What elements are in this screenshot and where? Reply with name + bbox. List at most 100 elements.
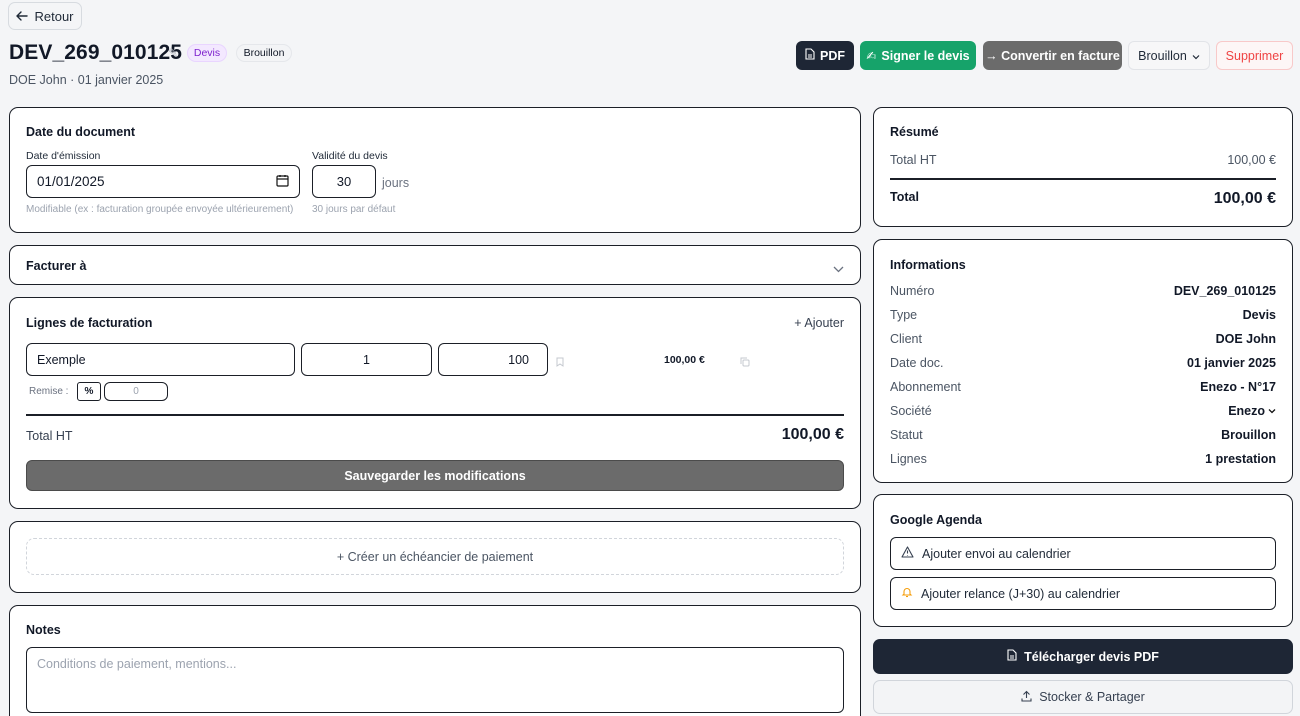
back-label: Retour <box>34 8 74 24</box>
discount-value-input[interactable]: 0 <box>104 382 168 401</box>
discount-type-toggle[interactable]: % <box>77 382 101 401</box>
summary-total-label: Total <box>890 190 919 204</box>
status-dropdown-label: Brouillon <box>1138 48 1187 63</box>
pencil-icon[interactable]: ✎ <box>168 46 178 60</box>
document-date-card: Date du document Date d'émission 01/01/2… <box>9 107 861 233</box>
save-changes-button[interactable]: Sauvegarder les modifications <box>26 460 844 491</box>
convert-invoice-button[interactable]: → Convertir en facture <box>983 41 1122 70</box>
line-description-input[interactable]: Exemple <box>26 343 295 376</box>
info-card: Informations Numéro DEV_269_010125 Type … <box>873 239 1293 483</box>
chevron-down-icon <box>1192 49 1200 63</box>
notes-textarea[interactable]: Conditions de paiement, mentions... <box>26 647 844 713</box>
info-row-company: Société Enezo <box>890 404 1276 418</box>
file-icon <box>1007 649 1017 664</box>
chevron-down-icon[interactable] <box>833 260 844 278</box>
download-pdf-label: Télécharger devis PDF <box>1024 649 1159 664</box>
info-key: Statut <box>890 428 923 442</box>
file-icon <box>805 48 815 63</box>
info-value: DOE John <box>1215 332 1276 346</box>
discount-type-value: % <box>84 386 94 397</box>
validity-value: 30 <box>336 174 352 189</box>
billing-lines-card: Lignes de facturation + Ajouter Exemple … <box>9 297 861 509</box>
warning-icon <box>901 546 914 561</box>
divider <box>890 178 1276 180</box>
notes-placeholder: Conditions de paiement, mentions... <box>37 657 237 671</box>
line-description-value: Exemple <box>37 352 86 367</box>
calendar-icon[interactable] <box>276 174 289 190</box>
emission-date-input[interactable]: 01/01/2025 <box>26 165 300 198</box>
info-row-number: Numéro DEV_269_010125 <box>890 284 1276 298</box>
sign-label: Signer le devis <box>881 48 970 63</box>
add-line-button[interactable]: + Ajouter <box>794 316 844 330</box>
page-title: DEV_269_010125 <box>9 41 183 64</box>
validity-input[interactable]: 30 <box>312 165 376 198</box>
line-price-value: 100 <box>508 352 529 367</box>
info-row-date: Date doc. 01 janvier 2025 <box>890 356 1276 370</box>
store-share-button[interactable]: Stocker & Partager <box>873 680 1293 714</box>
billing-lines-title: Lignes de facturation <box>26 316 153 330</box>
status-badge: Brouillon <box>236 44 292 62</box>
add-send-calendar-button[interactable]: Ajouter envoi au calendrier <box>890 537 1276 570</box>
google-agenda-card: Google Agenda Ajouter envoi au calendrie… <box>873 494 1293 627</box>
summary-total-value: 100,00 € <box>1213 190 1276 207</box>
add-send-calendar-label: Ajouter envoi au calendrier <box>922 546 1071 561</box>
summary-card: Résumé Total HT 100,00 € Total 100,00 € <box>873 107 1293 227</box>
status-dropdown[interactable]: Brouillon <box>1128 41 1210 70</box>
chevron-down-icon <box>1268 409 1276 414</box>
line-total: 100,00 € <box>664 354 705 366</box>
info-value: 01 janvier 2025 <box>1187 356 1276 370</box>
line-quantity-input[interactable]: 1 <box>301 343 432 376</box>
company-select-value: Enezo <box>1228 404 1265 418</box>
pdf-button[interactable]: PDF <box>796 41 854 70</box>
info-value: Brouillon <box>1221 428 1276 442</box>
info-key: Numéro <box>890 284 935 298</box>
back-button[interactable]: Retour <box>8 2 82 30</box>
bill-to-title: Facturer à <box>26 259 87 273</box>
store-share-label: Stocker & Partager <box>1039 690 1145 704</box>
document-date-title: Date du document <box>26 125 136 139</box>
info-value: Devis <box>1242 308 1276 322</box>
create-schedule-button[interactable]: + Créer un échéancier de paiement <box>26 538 844 575</box>
summary-title: Résumé <box>890 125 939 139</box>
company-select[interactable]: Enezo <box>1228 404 1276 418</box>
info-row-type: Type Devis <box>890 308 1276 322</box>
info-value: DEV_269_010125 <box>1173 284 1276 298</box>
info-value: Enezo - N°17 <box>1200 380 1276 394</box>
download-pdf-button[interactable]: Télécharger devis PDF <box>873 639 1293 674</box>
type-badge: Devis <box>187 44 227 62</box>
arrow-left-icon <box>16 9 29 24</box>
info-key: Abonnement <box>890 380 961 394</box>
lines-total-value: 100,00 € <box>781 426 844 443</box>
agenda-title: Google Agenda <box>890 513 982 527</box>
lines-total-label: Total HT <box>26 429 73 443</box>
notes-title: Notes <box>26 623 61 637</box>
emission-date-hint: Modifiable (ex : facturation groupée env… <box>26 204 294 215</box>
delete-button[interactable]: Supprimer <box>1216 41 1293 70</box>
discount-label: Remise : <box>29 386 69 397</box>
summary-total-ht-row: Total HT 100,00 € <box>890 153 1276 167</box>
add-reminder-calendar-button[interactable]: Ajouter relance (J+30) au calendrier <box>890 577 1276 610</box>
sign-quote-button[interactable]: ✍ Signer le devis <box>860 41 976 70</box>
line-price-input[interactable]: 100 <box>438 343 548 376</box>
emission-date-value: 01/01/2025 <box>37 174 105 189</box>
info-key: Société <box>890 404 932 418</box>
info-row-status: Statut Brouillon <box>890 428 1276 442</box>
pdf-label: PDF <box>820 48 845 63</box>
payment-schedule-card: + Créer un échéancier de paiement <box>9 521 861 593</box>
info-key: Client <box>890 332 922 346</box>
bell-icon <box>901 586 913 601</box>
info-key: Date doc. <box>890 356 944 370</box>
bill-to-card[interactable]: Facturer à <box>9 245 861 285</box>
info-key: Type <box>890 308 918 322</box>
add-reminder-calendar-label: Ajouter relance (J+30) au calendrier <box>921 586 1121 601</box>
duplicate-icon[interactable] <box>740 354 750 372</box>
info-key: Lignes <box>890 452 927 466</box>
bookmark-icon[interactable] <box>556 354 564 372</box>
info-row-client: Client DOE John <box>890 332 1276 346</box>
info-value: 1 prestation <box>1205 452 1276 466</box>
validity-label: Validité du devis <box>312 150 388 162</box>
discount-value: 0 <box>133 386 139 397</box>
notes-card: Notes Conditions de paiement, mentions..… <box>9 605 861 716</box>
line-quantity-value: 1 <box>363 352 370 367</box>
info-row-lines: Lignes 1 prestation <box>890 452 1276 466</box>
